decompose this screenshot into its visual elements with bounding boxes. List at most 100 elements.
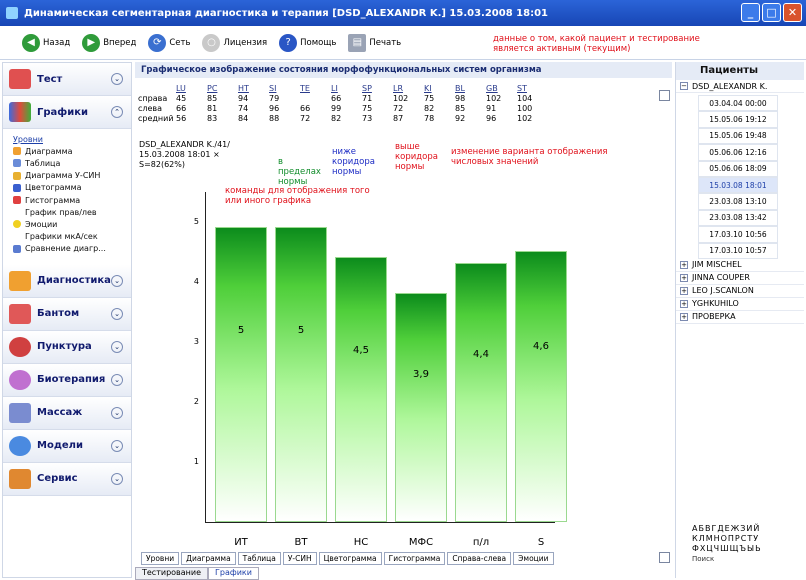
patients-list: + JIM MISCHEL + JINNA COUPER + LEO J.SCANLON +… — [676, 259, 804, 324]
session-item[interactable]: 03.04.04 00:00 — [698, 95, 778, 112]
chart-tab[interactable]: Цветограмма — [318, 552, 382, 565]
chart-bar: 4,4 — [455, 263, 507, 522]
chevron-down-icon[interactable]: ⌄ — [111, 307, 123, 320]
list-item[interactable]: Уровни — [13, 133, 131, 145]
chart-tab[interactable]: У-СИН — [282, 552, 317, 565]
patient-item[interactable]: + LEO J.SCANLON — [676, 285, 804, 298]
panel-title: Графическое изображение состояния морфоф… — [135, 62, 672, 78]
table-cell: 96 — [269, 104, 280, 113]
plus-icon[interactable]: + — [680, 286, 688, 295]
table-row: слева 66 81 74 96 66 99 75 72 82 85 91 100 — [138, 104, 532, 114]
back-button[interactable]: ◀ Назад — [22, 33, 70, 52]
table-cell: 56 — [176, 114, 187, 123]
chart-tab[interactable]: Гистограмма — [383, 552, 446, 565]
checkbox[interactable] — [659, 90, 670, 101]
x-tick-label: S — [537, 537, 545, 548]
table-cell: 87 — [393, 114, 404, 123]
y-tick-label: 1 — [193, 457, 199, 466]
chart-bar: 4,5 — [335, 257, 387, 522]
patient-item[interactable]: + ПРОВЕРКА — [676, 311, 804, 324]
chevron-down-icon[interactable]: ⌄ — [111, 472, 123, 485]
blank-icon — [13, 233, 21, 241]
session-item[interactable]: 23.03.08 13:42 — [698, 209, 778, 227]
help-button[interactable]: ? Помощь — [279, 33, 336, 52]
chevron-down-icon[interactable]: ⌄ — [111, 373, 123, 386]
help-icon: ? — [279, 33, 298, 52]
patient-name: YGHKUHILO — [692, 299, 739, 309]
session-item[interactable]: 23.03.08 13:10 — [698, 193, 778, 210]
list-item[interactable]: Диаграмма У-СИН — [13, 170, 131, 182]
section-models[interactable]: Модели ⌄ — [3, 429, 131, 463]
tab-testing[interactable]: Тестирование — [135, 567, 209, 580]
chart-tab[interactable]: Диаграмма — [181, 552, 236, 565]
chevron-down-icon[interactable]: ⌄ — [111, 340, 123, 353]
chevron-down-icon[interactable]: ⌄ — [111, 274, 123, 287]
session-item[interactable]: 05.06.06 18:09 — [698, 160, 778, 177]
table-cell: 88 — [269, 114, 280, 123]
section-biotherapy[interactable]: Биотерапия ⌄ — [3, 363, 131, 397]
session-item[interactable]: 15.03.08 18:01 — [698, 176, 778, 194]
blank-icon — [13, 208, 21, 216]
chevron-down-icon[interactable]: ⌄ — [111, 439, 123, 452]
y-tick-label: 4 — [193, 277, 199, 286]
section-diagnostics[interactable]: Диагностика ⌄ — [3, 264, 131, 298]
minus-icon[interactable]: − — [680, 82, 688, 90]
window-title: Динамическая сегментарная диагностика и … — [24, 7, 548, 19]
values-table: LU PC HT SI TE LI SP LR KI BL GB ST справа 45 85 94 79 66… — [138, 84, 532, 124]
table-row: справа 45 85 94 79 66 71 102 75 98 102 104 — [138, 94, 532, 104]
section-test[interactable]: Тест ⌄ — [3, 63, 131, 96]
list-item[interactable]: Таблица — [13, 157, 131, 169]
list-item[interactable]: Сравнение диагр... — [13, 243, 131, 255]
session-item[interactable]: 17.03.10 10:56 — [698, 226, 778, 243]
list-item[interactable]: График прав/лев — [13, 206, 131, 218]
flower-icon — [9, 369, 31, 390]
license-button[interactable]: ○ Лицензия — [202, 33, 267, 52]
chevron-down-icon[interactable]: ⌄ — [111, 406, 123, 419]
table-cell: 94 — [238, 94, 249, 103]
list-item[interactable]: Цветограмма — [13, 182, 131, 194]
bar-value-label: 3,9 — [413, 368, 429, 380]
session-item[interactable]: 17.03.10 10:57 — [698, 242, 778, 259]
section-bantom[interactable]: Бантом ⌄ — [3, 297, 131, 331]
patient-item[interactable]: + JIM MISCHEL — [676, 259, 804, 272]
patient-info: DSD_ALEXANDR K./41/ 15.03.2008 18:01 × S… — [139, 140, 230, 169]
net-button[interactable]: ⟳ Сеть — [148, 33, 190, 52]
session-item[interactable]: 05.06.06 12:16 — [698, 144, 778, 161]
session-item[interactable]: 15.05.06 19:12 — [698, 111, 778, 128]
plus-icon[interactable]: + — [680, 260, 688, 269]
forward-button[interactable]: ▶ Вперед — [82, 33, 136, 52]
chart-tabs: Уровни Диаграмма Таблица У-СИН Цветограмма Ги… — [135, 551, 672, 566]
active-patient[interactable]: − DSD_ALEXANDR K. — [676, 80, 804, 93]
session-item[interactable]: 15.05.06 19:48 — [698, 127, 778, 145]
plus-icon[interactable]: + — [680, 299, 688, 308]
chevron-up-icon[interactable]: ⌃ — [111, 106, 123, 118]
chart-tab[interactable]: Уровни — [141, 552, 180, 565]
plus-icon[interactable]: + — [680, 273, 688, 282]
chevron-down-icon[interactable]: ⌄ — [111, 73, 123, 85]
patient-item[interactable]: + JINNA COUPER — [676, 272, 804, 285]
column-header: SI — [269, 84, 277, 93]
list-item[interactable]: Эмоции — [13, 218, 131, 230]
diagnostics-icon — [9, 270, 31, 291]
chart-tab[interactable]: Справа-слева — [447, 552, 512, 565]
section-massage[interactable]: Массаж ⌄ — [3, 396, 131, 430]
tab-charts[interactable]: Графики — [208, 567, 259, 580]
chart-tab[interactable]: Эмоции — [513, 552, 554, 565]
chart-tab[interactable]: Таблица — [237, 552, 281, 565]
close-button[interactable]: ✕ — [783, 3, 802, 22]
list-item[interactable]: Диаграмма — [13, 145, 131, 157]
table-cell: 102 — [517, 114, 533, 123]
section-charts[interactable]: Графики ⌃ — [3, 96, 131, 129]
list-item[interactable]: Графики мкА/сек — [13, 231, 131, 243]
list-item[interactable]: Гистограмма — [13, 194, 131, 206]
patient-item[interactable]: + YGHKUHILO — [676, 298, 804, 311]
column-header: TE — [300, 84, 310, 93]
checkbox[interactable] — [659, 552, 670, 563]
section-puncture[interactable]: Пунктура ⌄ — [3, 330, 131, 364]
minimize-button[interactable]: _ — [741, 3, 760, 22]
maximize-button[interactable]: □ — [762, 3, 781, 22]
print-button[interactable]: ▤ Печать — [348, 33, 401, 52]
bantom-icon — [9, 303, 31, 324]
section-service[interactable]: Сервис ⌄ — [3, 462, 131, 496]
plus-icon[interactable]: + — [680, 312, 688, 321]
